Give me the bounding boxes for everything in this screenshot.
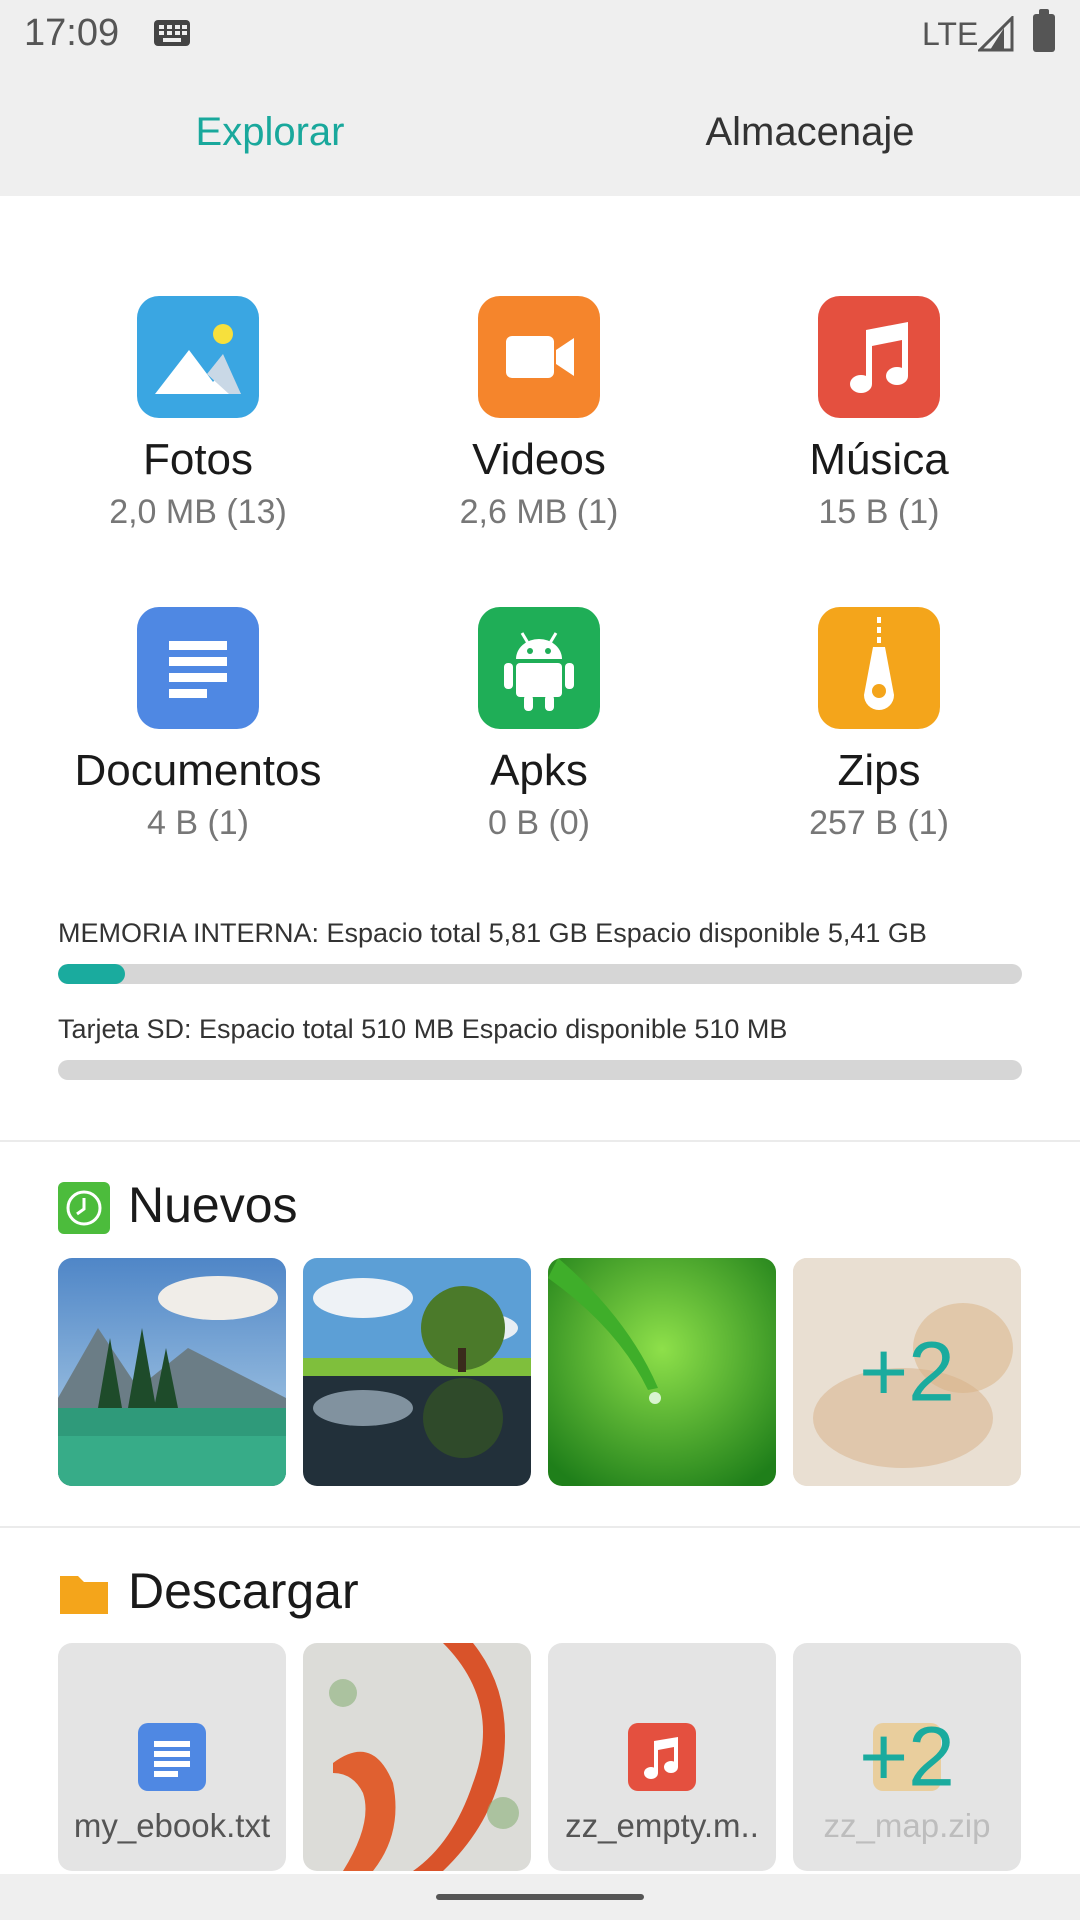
category-documentos[interactable]: Documentos 4 B (1) xyxy=(28,607,368,843)
image-icon xyxy=(137,296,259,418)
folder-icon xyxy=(58,1568,110,1620)
document-icon xyxy=(137,607,259,729)
internal-storage-label: MEMORIA INTERNA: Espacio total 5,81 GB E… xyxy=(58,918,927,948)
document-icon xyxy=(138,1723,206,1791)
recent-thumb-3[interactable] xyxy=(548,1258,776,1486)
recent-section-title: Nuevos xyxy=(128,1177,298,1233)
category-size: 2,6 MB (1) xyxy=(459,493,619,531)
category-fotos[interactable]: Fotos 2,0 MB (13) xyxy=(28,296,368,532)
signal-icon xyxy=(978,16,1014,52)
category-name: Música xyxy=(809,435,949,484)
category-name: Apks xyxy=(490,746,588,795)
download-file-my-ebook[interactable]: my_ebook.txt xyxy=(58,1643,286,1871)
category-size: 15 B (1) xyxy=(818,493,940,531)
music-note-icon xyxy=(628,1723,696,1791)
tab-almacenaje[interactable]: Almacenaje xyxy=(540,68,1080,196)
tab-bar: Explorar Almacenaje xyxy=(0,68,1080,196)
clock-icon xyxy=(58,1182,110,1234)
zip-icon xyxy=(818,607,940,729)
download-file-zz-empty[interactable]: zz_empty.m.. xyxy=(548,1643,776,1871)
category-name: Zips xyxy=(837,746,921,795)
sd-storage-bar[interactable] xyxy=(58,1060,1022,1080)
category-name: Fotos xyxy=(142,435,254,484)
file-name: my_ebook.txt xyxy=(73,1807,271,1844)
category-size: 0 B (0) xyxy=(487,804,591,842)
category-musica[interactable]: Música 15 B (1) xyxy=(709,296,1049,532)
download-more-tile[interactable]: zz_map.zip +2 xyxy=(793,1643,1021,1871)
android-icon xyxy=(478,607,600,729)
sd-storage-label: Tarjeta SD: Espacio total 510 MB Espacio… xyxy=(58,1014,788,1044)
category-zips[interactable]: Zips 257 B (1) xyxy=(709,607,1049,843)
keyboard-icon xyxy=(154,20,190,46)
divider xyxy=(0,1140,1080,1142)
category-size: 257 B (1) xyxy=(809,804,949,842)
status-bar: 17:09 LTE xyxy=(0,0,1080,68)
more-count: +2 xyxy=(859,1709,955,1804)
network-type: LTE xyxy=(922,16,979,52)
downloads-section-title: Descargar xyxy=(128,1563,359,1619)
navigation-bar xyxy=(0,1874,1080,1920)
status-time: 17:09 xyxy=(24,12,120,54)
category-apks[interactable]: Apks 0 B (0) xyxy=(369,607,709,843)
category-name: Documentos xyxy=(74,746,322,795)
internal-storage-fill xyxy=(58,964,125,984)
recent-thumb-2[interactable] xyxy=(303,1258,531,1486)
recent-more-tile[interactable]: +2 xyxy=(793,1258,1021,1486)
divider xyxy=(0,1526,1080,1528)
recent-thumb-1[interactable] xyxy=(58,1258,286,1486)
video-camera-icon xyxy=(478,296,600,418)
file-name: zz_map.zip xyxy=(823,1807,991,1844)
image-thumbnail xyxy=(303,1643,531,1871)
internal-storage-bar[interactable] xyxy=(58,964,1022,984)
category-size: 2,0 MB (13) xyxy=(109,493,287,531)
music-note-icon xyxy=(818,296,940,418)
category-videos[interactable]: Videos 2,6 MB (1) xyxy=(369,296,709,532)
home-gesture-handle[interactable] xyxy=(436,1894,644,1900)
tab-explorar[interactable]: Explorar xyxy=(0,68,540,196)
download-file-image[interactable] xyxy=(303,1643,531,1871)
category-name: Videos xyxy=(472,435,606,484)
category-size: 4 B (1) xyxy=(146,804,250,842)
more-count: +2 xyxy=(859,1324,955,1419)
file-name: zz_empty.m.. xyxy=(565,1807,759,1844)
battery-icon xyxy=(1033,9,1055,52)
